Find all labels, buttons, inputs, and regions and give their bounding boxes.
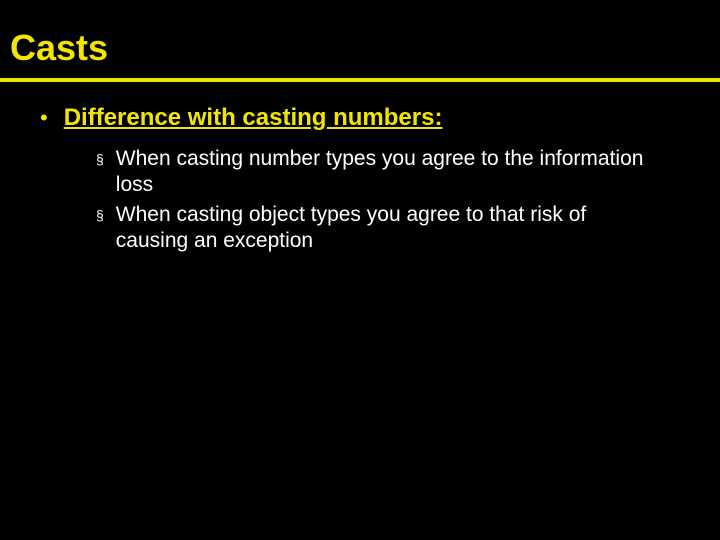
list-item: § When casting number types you agree to… — [96, 146, 680, 198]
list-item: § When casting object types you agree to… — [96, 202, 680, 254]
bullet-dot-icon: • — [40, 104, 48, 132]
slide-body: • Difference with casting numbers: § Whe… — [0, 82, 720, 254]
heading-item: • Difference with casting numbers: — [40, 104, 680, 132]
bullet-square-icon: § — [96, 146, 104, 172]
slide: Casts • Difference with casting numbers:… — [0, 0, 720, 540]
bullet-square-icon: § — [96, 202, 104, 228]
title-area: Casts — [0, 0, 720, 68]
list-item-text: When casting number types you agree to t… — [116, 146, 646, 198]
heading-text: Difference with casting numbers: — [64, 104, 443, 132]
sub-list: § When casting number types you agree to… — [40, 146, 680, 254]
list-item-text: When casting object types you agree to t… — [116, 202, 646, 254]
slide-title: Casts — [10, 28, 720, 68]
